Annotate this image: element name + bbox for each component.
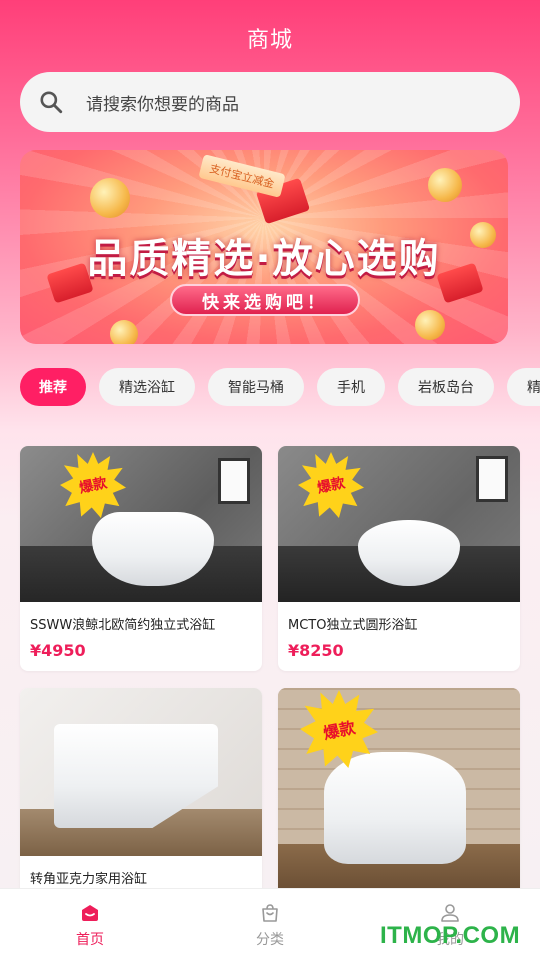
chip-phone[interactable]: 手机 (317, 368, 385, 406)
product-name: SSWW浪鲸北欧简约独立式浴缸 (30, 618, 216, 633)
chip-boutique[interactable]: 精品手 (507, 368, 540, 406)
product-card[interactable]: 转角亚克力家用浴缸 (20, 688, 262, 918)
wall-art (218, 458, 250, 504)
product-price: ¥8250 (288, 641, 344, 660)
tab-category-label: 分类 (256, 931, 284, 948)
site-watermark: ITMOP.COM (380, 922, 521, 949)
chip-bathtub[interactable]: 精选浴缸 (99, 368, 195, 406)
product-card[interactable]: 爆款 SSWW浪鲸北欧简约独立式浴缸 ¥4950 (20, 446, 262, 671)
product-card[interactable]: 爆款 (278, 688, 520, 918)
search-bar[interactable]: 请搜索你想要的商品 (20, 72, 520, 132)
product-image: 爆款 (278, 688, 520, 888)
product-image: 爆款 (20, 446, 262, 602)
bag-icon (262, 903, 278, 922)
product-name: MCTO独立式圆形浴缸 (288, 618, 418, 633)
promo-banner[interactable]: 支付宝立减金 品质精选·放心选购 快来选购吧！ (20, 150, 508, 344)
tab-home[interactable]: 首页 (0, 889, 180, 960)
user-icon (441, 903, 459, 922)
banner-cta-button[interactable]: 快来选购吧！ (170, 284, 360, 316)
coin-decoration (110, 320, 138, 344)
chip-smart-toilet[interactable]: 智能马桶 (208, 368, 304, 406)
product-card[interactable]: 爆款 MCTO独立式圆形浴缸 ¥8250 (278, 446, 520, 671)
product-price: ¥4950 (30, 641, 86, 660)
coin-decoration (90, 178, 130, 218)
search-icon (40, 91, 63, 114)
banner-headline: 品质精选·放心选购 (87, 236, 441, 282)
product-name: 转角亚克力家用浴缸 (30, 872, 148, 887)
coin-decoration (415, 310, 445, 340)
chip-recommend[interactable]: 推荐 (20, 368, 86, 406)
bathtub-illustration (324, 752, 466, 864)
coin-decoration (428, 168, 462, 202)
page-title: 商城 (246, 28, 293, 53)
wall-art (476, 456, 508, 502)
search-placeholder: 请搜索你想要的商品 (86, 94, 239, 115)
home-bag-icon (82, 904, 98, 921)
chip-slab-island[interactable]: 岩板岛台 (398, 368, 494, 406)
tab-home-label: 首页 (76, 931, 104, 948)
product-image (20, 688, 262, 856)
product-image: 爆款 (278, 446, 520, 602)
category-chips: 推荐精选浴缸智能马桶手机岩板岛台精品手 (20, 368, 540, 406)
tab-category[interactable]: 分类 (180, 889, 360, 960)
